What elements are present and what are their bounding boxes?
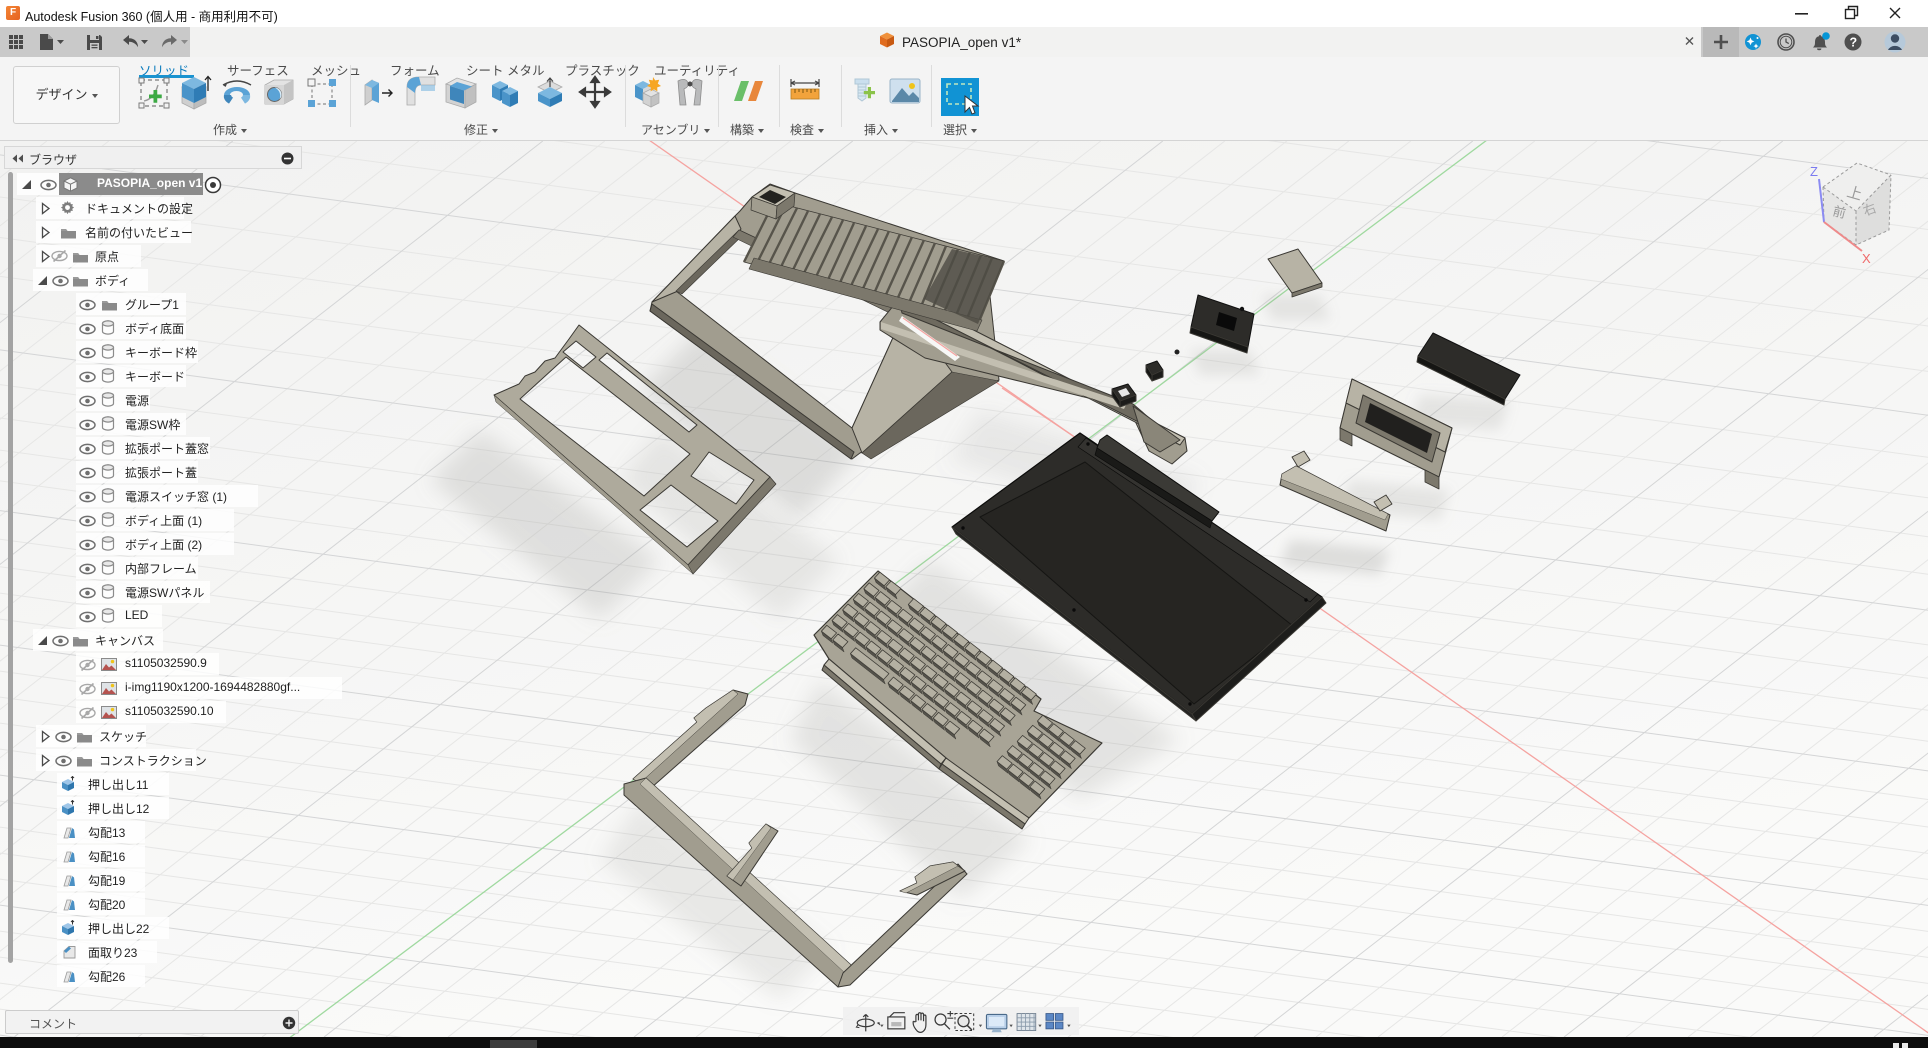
svg-text:?: ? — [1850, 36, 1858, 50]
svg-text:X: X — [1862, 251, 1871, 266]
svg-text:PASOPIA_open v1*: PASOPIA_open v1* — [902, 35, 1022, 50]
svg-text:Z: Z — [1810, 164, 1818, 179]
